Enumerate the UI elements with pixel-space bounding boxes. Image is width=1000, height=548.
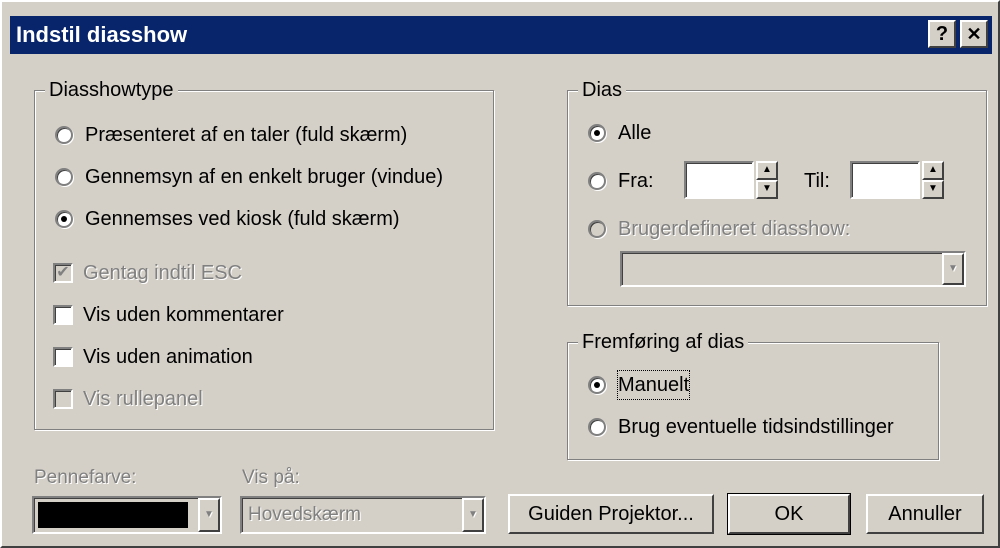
spin-up-icon[interactable]: ▲ [756, 161, 778, 180]
pennefarve-label: Pennefarve: [34, 467, 137, 488]
checkbox-kommentarer[interactable] [53, 305, 73, 325]
diasshowtype-group: Diasshowtype Præsenteret af en taler (fu… [34, 78, 494, 430]
dropdown-arrow-icon: ▼ [942, 253, 964, 285]
radio-label: Alle [618, 122, 652, 144]
til-spinner[interactable]: ▲ ▼ [922, 161, 944, 199]
custom-show-select [620, 251, 966, 287]
checkbox-rullepanel [53, 389, 73, 409]
radio-label: Brug eventuelle tidsindstillinger [618, 416, 894, 438]
pen-color-select [32, 496, 222, 534]
vis-paa-select: Hovedskærm [240, 496, 486, 534]
dialog-title: Indstil diasshow [16, 22, 188, 47]
check-label: Vis rullepanel [83, 388, 203, 410]
dialog-window: Indstil diasshow ? ✕ Diasshowtype Præsen… [0, 0, 1000, 548]
help-button[interactable]: ? [928, 20, 956, 48]
dropdown-arrow-icon: ▼ [198, 498, 220, 532]
guiden-projektor-button[interactable]: Guiden Projektor... [508, 494, 714, 534]
checkmark-icon: ✔ [56, 264, 70, 281]
close-icon: ✕ [966, 24, 982, 44]
fremforing-legend: Fremføring af dias [578, 330, 749, 354]
diasshowtype-legend: Diasshowtype [45, 78, 178, 102]
radio-circle[interactable] [55, 168, 73, 186]
checkbox-gentag: ✔ [53, 263, 73, 283]
checkbox-animation[interactable] [53, 347, 73, 367]
radio-label: Præsenteret af en taler (fuld skærm) [85, 124, 408, 146]
close-button[interactable]: ✕ [960, 20, 988, 48]
radio-label: Manuelt [616, 370, 691, 400]
vis-paa-label: Vis på: [242, 467, 300, 488]
title-bar: Indstil diasshow ? ✕ [10, 16, 992, 54]
spin-up-icon[interactable]: ▲ [922, 161, 944, 180]
check-label: Vis uden kommentarer [83, 304, 284, 326]
radio-circle[interactable] [588, 418, 606, 436]
pen-color-swatch [38, 502, 188, 528]
radio-circle[interactable] [588, 172, 606, 190]
radio-label: Fra: [618, 170, 654, 192]
radio-label: Brugerdefineret diasshow: [618, 218, 851, 240]
radio-label: Gennemses ved kiosk (fuld skærm) [85, 208, 400, 230]
ok-button[interactable]: OK [727, 493, 851, 535]
radio-label: Gennemsyn af en enkelt bruger (vindue) [85, 166, 443, 188]
radio-circle [588, 220, 606, 238]
radio-circle[interactable] [588, 376, 606, 394]
radio-circle[interactable] [55, 210, 73, 228]
radio-circle[interactable] [55, 126, 73, 144]
check-label: Vis uden animation [83, 346, 253, 368]
spin-down-icon[interactable]: ▼ [756, 180, 778, 199]
vis-paa-value: Hovedskærm [248, 504, 361, 525]
spin-down-icon[interactable]: ▼ [922, 180, 944, 199]
check-label: Gentag indtil ESC [83, 262, 242, 284]
fra-input[interactable] [684, 161, 754, 199]
til-input[interactable] [850, 161, 920, 199]
annuller-button[interactable]: Annuller [866, 494, 984, 534]
dias-legend: Dias [578, 78, 627, 102]
fra-spinner[interactable]: ▲ ▼ [756, 161, 778, 199]
radio-circle[interactable] [588, 124, 606, 142]
dias-group: Dias Alle Fra: ▲ ▼ Til: ▲ ▼ Brugerdefine… [567, 78, 987, 306]
til-label: Til: [804, 170, 830, 192]
fremforing-group: Fremføring af dias Manuelt Brug eventuel… [567, 330, 939, 460]
dropdown-arrow-icon: ▼ [462, 498, 484, 532]
help-icon: ? [935, 23, 949, 45]
